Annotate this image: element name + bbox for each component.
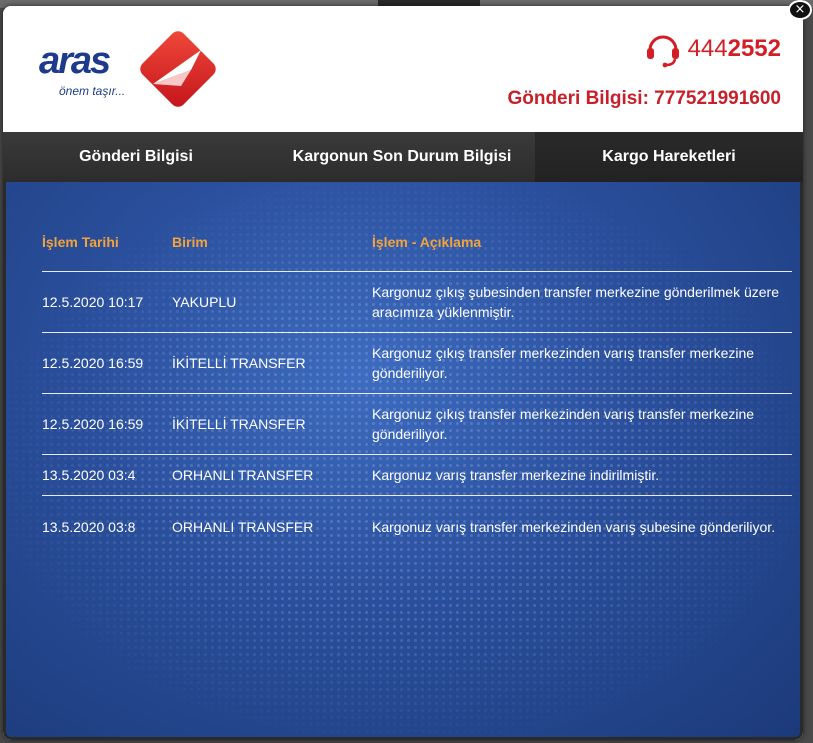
table-header: İşlem Tarihi Birim İşlem - Açıklama <box>42 234 792 272</box>
table-row: 13.5.2020 03:4 ORHANLI TRANSFER Kargonuz… <box>42 455 792 496</box>
tab-cargo-movements[interactable]: Kargo Hareketleri <box>535 132 803 196</box>
row-unit: ORHANLI TRANSFER <box>172 518 314 535</box>
row-date: 12.5.2020 16:59 <box>42 416 144 432</box>
table-row: 12.5.2020 10:17 YAKUPLU Kargonuz çıkış ş… <box>42 272 792 333</box>
row-unit: ORHANLI TRANSFER <box>172 467 314 483</box>
header-description: İşlem - Açıklama <box>372 234 482 250</box>
aras-logo[interactable]: aras önem taşır... <box>39 24 219 114</box>
table-row: 12.5.2020 16:59 İKİTELLİ TRANSFER Kargon… <box>42 394 792 455</box>
movements-table: İşlem Tarihi Birim İşlem - Açıklama 12.5… <box>42 234 792 557</box>
modal-header: aras önem taşır... 4442552 Gönderi Bilgi… <box>3 6 803 132</box>
logo-slogan: önem taşır... <box>59 84 126 98</box>
headset-icon <box>646 35 679 68</box>
close-button[interactable]: × <box>788 0 812 20</box>
phone-contact[interactable]: 4442552 <box>644 30 781 68</box>
tab-shipment-info[interactable]: Gönderi Bilgisi <box>3 132 269 182</box>
row-description: Kargonuz çıkış transfer merkezinden varı… <box>372 345 755 381</box>
shipment-tracking-modal: aras önem taşır... 4442552 Gönderi Bilgi… <box>3 6 803 740</box>
row-unit: İKİTELLİ TRANSFER <box>172 416 306 432</box>
header-date: İşlem Tarihi <box>42 234 119 250</box>
tab-last-status[interactable]: Kargonun Son Durum Bilgisi <box>269 132 535 182</box>
row-description: Kargonuz çıkış transfer merkezinden varı… <box>372 406 755 442</box>
row-date: 12.5.2020 10:17 <box>42 294 144 310</box>
row-date: 13.5.2020 03:8 <box>42 518 136 535</box>
row-unit: YAKUPLU <box>172 294 237 310</box>
header-unit: Birim <box>172 234 208 250</box>
logo-diamond-icon <box>140 31 216 107</box>
row-description: Kargonuz varış transfer merkezine indiri… <box>372 467 660 483</box>
shipment-title: Gönderi Bilgisi: 777521991600 <box>507 88 781 109</box>
tab-bar: Gönderi Bilgisi Kargonun Son Durum Bilgi… <box>3 132 803 196</box>
movements-panel: İşlem Tarihi Birim İşlem - Açıklama 12.5… <box>3 182 803 740</box>
table-row: 12.5.2020 16:59 İKİTELLİ TRANSFER Kargon… <box>42 333 792 394</box>
row-date: 12.5.2020 16:59 <box>42 355 144 371</box>
phone-prefix: 444 <box>687 35 728 62</box>
row-date: 13.5.2020 03:4 <box>42 467 136 483</box>
row-description: Kargonuz varış transfer merkezinden varı… <box>372 518 776 535</box>
row-description: Kargonuz çıkış şubesinden transfer merke… <box>372 284 779 320</box>
phone-suffix: 2552 <box>727 35 781 62</box>
logo-wordmark: aras <box>39 40 111 82</box>
table-row: 13.5.2020 03:8 ORHANLI TRANSFER Kargonuz… <box>42 496 792 557</box>
phone-number: 4442552 <box>688 35 781 63</box>
row-unit: İKİTELLİ TRANSFER <box>172 355 306 371</box>
